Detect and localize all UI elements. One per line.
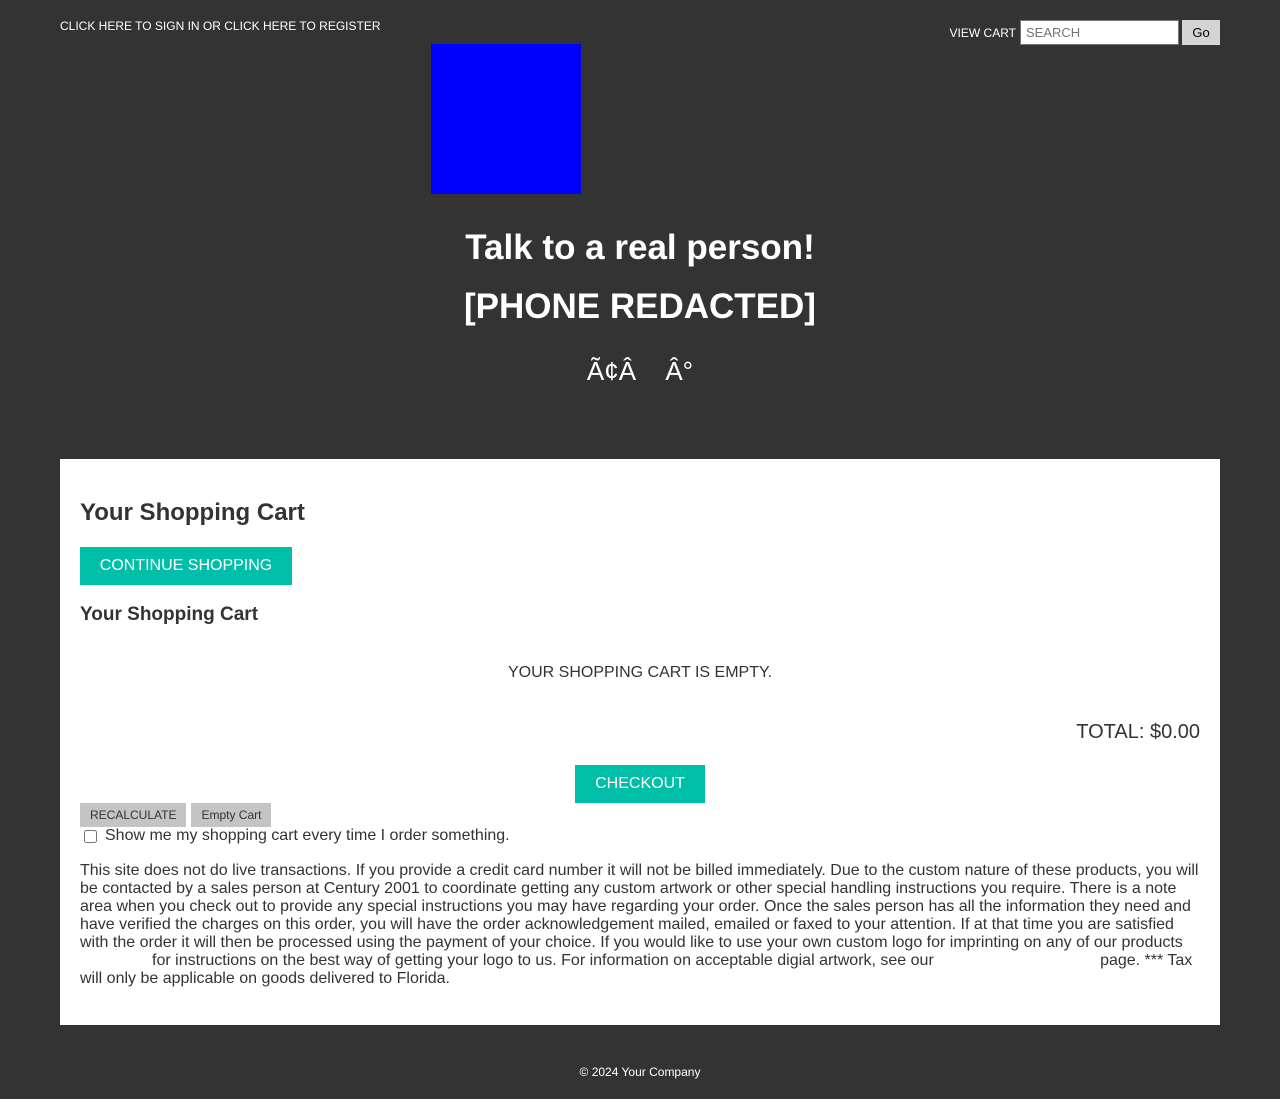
checkout-button[interactable]: CHECKOUT [575, 765, 705, 803]
search-bar: VIEW CART Go [950, 20, 1220, 45]
continue-shopping-button[interactable]: CONTINUE SHOPPING [80, 547, 292, 585]
cart-subtitle: Your Shopping Cart [80, 604, 259, 625]
page-title: Your Shopping Cart [80, 499, 305, 526]
search-input[interactable] [1020, 20, 1179, 45]
site-logo[interactable] [431, 44, 581, 194]
hero-tagline: Talk to a real person! [465, 228, 815, 267]
sign-in-link[interactable]: CLICK HERE TO SIGN IN [60, 19, 200, 33]
hero-phone: [PHONE REDACTED] [464, 287, 816, 326]
notice-text-1: This site does not do live transactions.… [80, 862, 1199, 951]
empty-cart-message: YOUR SHOPPING CART IS EMPTY. [507, 664, 773, 681]
or-separator: OR [199, 19, 225, 33]
cart-total: TOTAL: $0.00 [1076, 721, 1200, 743]
artwork-requirements-link[interactable]: Artwork Requirements [937, 952, 1095, 969]
social-icons: Ã¢Â Â° [0, 356, 1280, 387]
transaction-notice: This site does not do live transactions.… [80, 862, 1200, 988]
empty-cart-button[interactable]: Empty Cart [191, 803, 272, 827]
show-cart-label: Show me my shopping cart every time I or… [105, 827, 510, 844]
register-link[interactable]: CLICK HERE TO REGISTER [224, 19, 380, 33]
footer-copyright: © 2024 Your Company [579, 1065, 701, 1079]
social-icon-2[interactable]: Â° [665, 356, 693, 387]
account-links: CLICK HERE TO SIGN IN OR CLICK HERE TO R… [60, 19, 381, 33]
social-icon-1[interactable]: Ã¢Â [587, 356, 636, 387]
view-cart-link[interactable]: VIEW CART [950, 26, 1016, 40]
cart-panel: Your Shopping Cart CONTINUE SHOPPING You… [60, 459, 1220, 1025]
show-cart-option[interactable]: Show me my shopping cart every time I or… [84, 827, 510, 845]
show-cart-checkbox[interactable] [84, 829, 97, 843]
notice-text-2: for instructions on the best way of gett… [147, 952, 938, 969]
cart-actions: RECALCULATE Empty Cart [80, 803, 272, 827]
recalculate-button[interactable]: RECALCULATE [80, 803, 187, 827]
logo-instructions-link[interactable]: click here [80, 952, 148, 969]
search-go-button[interactable]: Go [1182, 20, 1220, 45]
